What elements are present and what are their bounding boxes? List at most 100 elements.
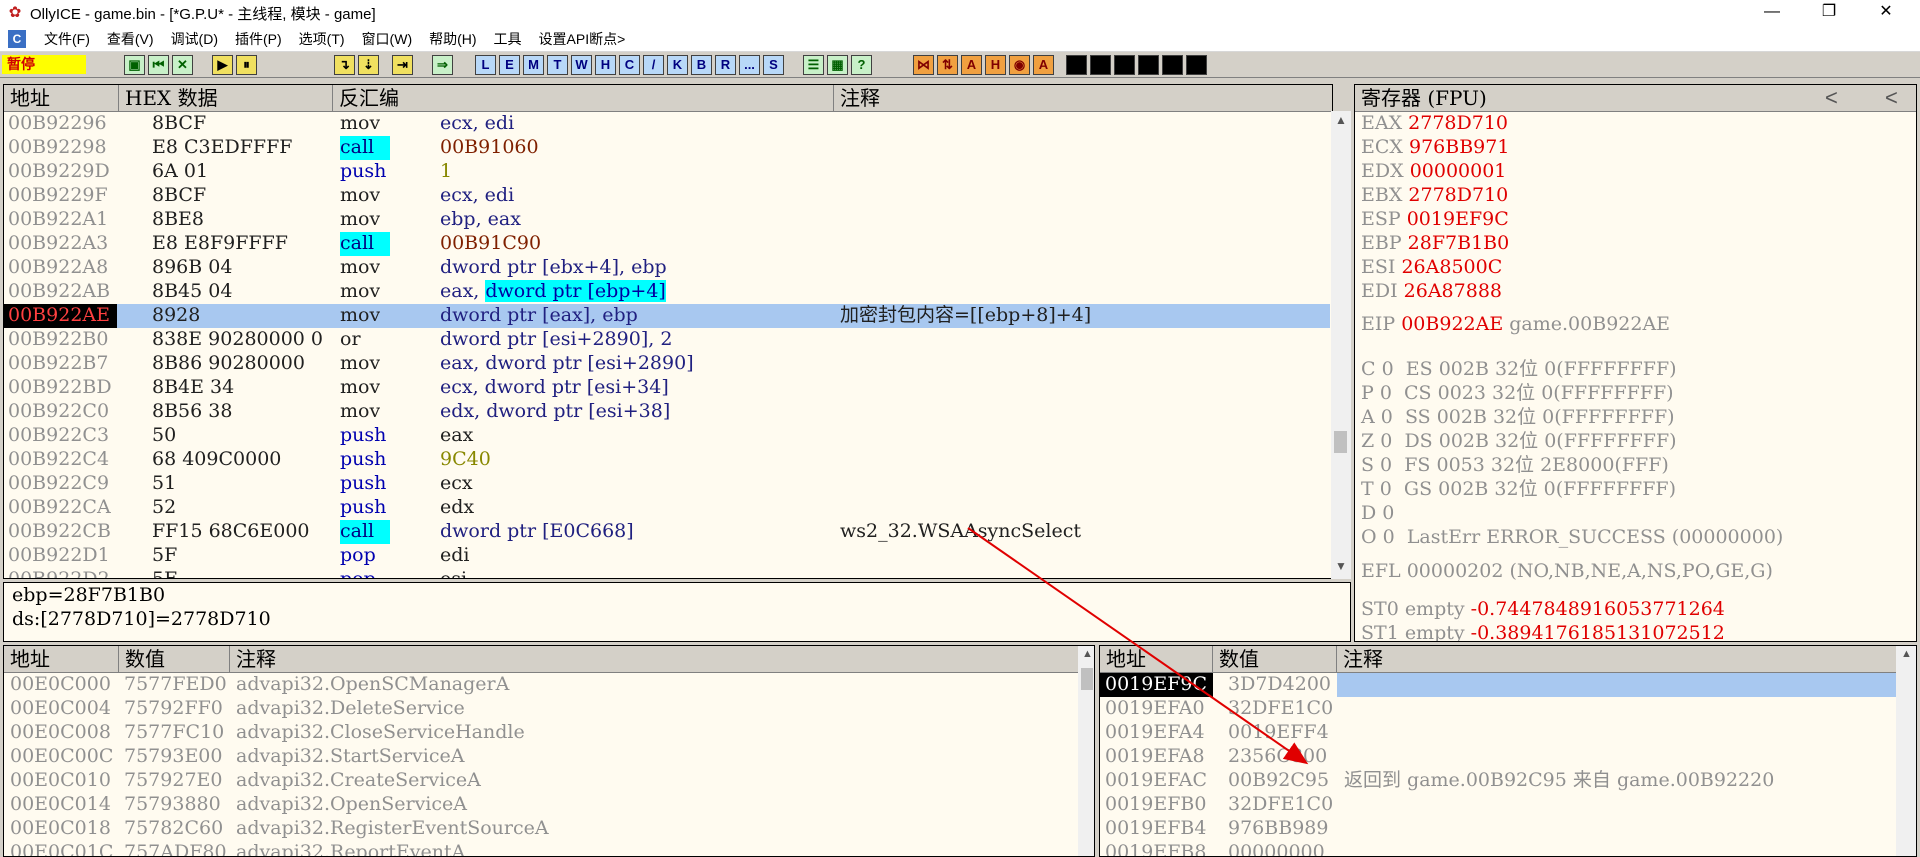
eip-row[interactable]: EIP 00B922AE game.00B922AE bbox=[1361, 313, 1670, 337]
patches-window-button[interactable]: / bbox=[643, 55, 664, 75]
disasm-row[interactable]: 00B922AE 8928 mov dword ptr [eax], ebp 加密封包内… bbox=[4, 304, 1330, 328]
register-value[interactable]: 0019EF9C bbox=[1407, 208, 1509, 230]
column-disassembly[interactable]: 反汇编 bbox=[333, 85, 834, 112]
dump-row[interactable]: 00E0C014 75793880 advapi32.OpenServiceA bbox=[4, 793, 1076, 817]
disasm-row[interactable]: 00B922BD 8B4E 34 mov ecx, dword ptr [esi+34… bbox=[4, 376, 1330, 400]
stack-row[interactable]: 0019EFAC 00B92C95 返回到 game.00B92C95 来自 gam… bbox=[1100, 769, 1896, 793]
black-plugin-icon-1[interactable] bbox=[1066, 55, 1087, 75]
execute-till-return-icon[interactable]: ⇒ bbox=[432, 55, 453, 75]
dump-column-comment[interactable]: 注释 bbox=[230, 646, 1076, 673]
register-row[interactable]: EAX 2778D710 bbox=[1361, 112, 1508, 136]
memory-window-button[interactable]: M bbox=[523, 55, 544, 75]
hbp-icon[interactable]: H bbox=[985, 55, 1006, 75]
flag-value[interactable]: D 0 bbox=[1361, 502, 1394, 524]
disasm-row[interactable]: 00B922A1 8BE8 mov ebp, eax bbox=[4, 208, 1330, 232]
stack-column-value[interactable]: 数值 bbox=[1213, 646, 1337, 673]
scroll-down-icon[interactable]: ▼ bbox=[1335, 559, 1347, 573]
flag-row[interactable]: S 0 FS 0053 32位 2E8000(FFF) bbox=[1361, 454, 1669, 478]
disassembly-scrollbar[interactable]: ▲ ▼ bbox=[1331, 111, 1351, 579]
dump-row[interactable]: 00E0C004 75792FF0 advapi32.DeleteService bbox=[4, 697, 1076, 721]
dump-row[interactable]: 00E0C010 757927E0 advapi32.CreateServiceA bbox=[4, 769, 1076, 793]
prev-reg-view-icon[interactable]: < bbox=[1825, 85, 1838, 111]
flag-value[interactable]: C 0 bbox=[1361, 358, 1394, 380]
fpu-row[interactable]: ST0 empty -0.7447848916053771264 bbox=[1361, 598, 1725, 622]
black-plugin-icon-3[interactable] bbox=[1114, 55, 1135, 75]
stack-column-address[interactable]: 地址 bbox=[1100, 646, 1213, 673]
register-value[interactable]: 2778D710 bbox=[1408, 184, 1508, 206]
menu-plugins[interactable]: 插件(P) bbox=[235, 29, 282, 49]
stack-scrollbar[interactable]: ▲ bbox=[1896, 646, 1916, 856]
dump-row[interactable]: 00E0C008 7577FC10 advapi32.CloseServiceHan… bbox=[4, 721, 1076, 745]
black-plugin-icon-2[interactable] bbox=[1090, 55, 1111, 75]
disasm-row[interactable]: 00B922A8 896B 04 mov dword ptr [ebx+4], ebp bbox=[4, 256, 1330, 280]
register-value[interactable]: 976BB971 bbox=[1409, 136, 1509, 158]
efl-row[interactable]: EFL 00000202 (NO,NB,NE,A,NS,PO,GE,G) bbox=[1361, 560, 1773, 584]
disasm-row[interactable]: 00B922C9 51 push ecx bbox=[4, 472, 1330, 496]
flag-value[interactable]: A 0 bbox=[1361, 406, 1393, 428]
disasm-row[interactable]: 00B92298 E8 C3EDFFFF call 00B91060 bbox=[4, 136, 1330, 160]
register-value[interactable]: 26A8500C bbox=[1401, 256, 1502, 278]
disasm-row[interactable]: 00B922AB 8B45 04 mov eax, dword ptr [ebp+4] bbox=[4, 280, 1330, 304]
menu-options[interactable]: 选项(T) bbox=[299, 29, 345, 49]
flag-row[interactable]: O 0 LastErr ERROR_SUCCESS (00000000) bbox=[1361, 526, 1783, 550]
plugin-icon-1[interactable]: ⋈ bbox=[913, 55, 934, 75]
disasm-row[interactable]: 00B922B0 838E 90280000 0 or dword ptr [esi+… bbox=[4, 328, 1330, 352]
disasm-row[interactable]: 00B922CA 52 push edx bbox=[4, 496, 1330, 520]
flag-value[interactable]: O 0 bbox=[1361, 526, 1395, 548]
stack-row[interactable]: 0019EFB0 32DFE1C0 bbox=[1100, 793, 1896, 817]
register-row[interactable]: EBP 28F7B1B0 bbox=[1361, 232, 1509, 256]
windows-window-button[interactable]: W bbox=[571, 55, 592, 75]
stack-row[interactable]: 0019EFB8 00000000 bbox=[1100, 841, 1896, 856]
dump-row[interactable]: 00E0C018 75782C60 advapi32.RegisterEventSo… bbox=[4, 817, 1076, 841]
references-window-button[interactable]: R bbox=[715, 55, 736, 75]
disasm-row[interactable]: 00B922C0 8B56 38 mov edx, dword ptr [esi+38… bbox=[4, 400, 1330, 424]
flag-row[interactable]: D 0 bbox=[1361, 502, 1406, 526]
dump-row[interactable]: 00E0C00C 75793E00 advapi32.StartServiceA bbox=[4, 745, 1076, 769]
flag-value[interactable]: Z 0 bbox=[1361, 430, 1392, 452]
dump-column-value[interactable]: 数值 bbox=[119, 646, 230, 673]
column-comment[interactable]: 注释 bbox=[834, 85, 1332, 112]
disasm-row[interactable]: 00B922B7 8B86 90280000 mov eax, dword ptr [… bbox=[4, 352, 1330, 376]
child-window-icon[interactable]: C bbox=[8, 29, 26, 48]
stack-scroll-up-icon[interactable]: ▲ bbox=[1901, 648, 1912, 660]
flag-row[interactable]: A 0 SS 002B 32位 0(FFFFFFFF) bbox=[1361, 406, 1675, 430]
target-icon[interactable]: ◉ bbox=[1009, 55, 1030, 75]
disasm-row[interactable]: 00B9229F 8BCF mov ecx, edi bbox=[4, 184, 1330, 208]
register-value[interactable]: 26A87888 bbox=[1404, 280, 1502, 302]
register-value[interactable]: 00B922AE bbox=[1401, 313, 1503, 335]
dump-row[interactable]: 00E0C01C 757ADF80 advapi32.ReportEventA bbox=[4, 841, 1076, 856]
asm-icon[interactable]: A bbox=[1033, 55, 1054, 75]
close-program-icon[interactable]: ✕ bbox=[172, 55, 193, 75]
black-plugin-icon-5[interactable] bbox=[1162, 55, 1183, 75]
stack-row[interactable]: 0019EFA8 2356C800 bbox=[1100, 745, 1896, 769]
open-icon[interactable]: ▣ bbox=[124, 55, 145, 75]
dump-pane[interactable]: 地址 数值 注释 00E0C000 7577FED0 advapi32.OpenSC… bbox=[3, 645, 1095, 857]
menu-view[interactable]: 查看(V) bbox=[107, 29, 154, 49]
disasm-row[interactable]: 00B922D1 5F pop edi bbox=[4, 544, 1330, 568]
register-value[interactable]: 28F7B1B0 bbox=[1408, 232, 1510, 254]
stack-row[interactable]: 0019EFB4 976BB989 bbox=[1100, 817, 1896, 841]
breakpoints-window-button[interactable]: B bbox=[691, 55, 712, 75]
handles-window-button[interactable]: H bbox=[595, 55, 616, 75]
next-reg-view-icon[interactable]: < bbox=[1885, 85, 1898, 111]
stack-row[interactable]: 0019EF9C 3D7D4200 bbox=[1100, 673, 1896, 697]
register-row[interactable]: EBX 2778D710 bbox=[1361, 184, 1508, 208]
animate-icon[interactable]: ⇥ bbox=[392, 55, 413, 75]
stack-column-comment[interactable]: 注释 bbox=[1337, 646, 1916, 673]
run-trace-window-button[interactable]: ... bbox=[739, 55, 760, 75]
column-hex[interactable]: HEX 数据 bbox=[119, 85, 333, 112]
menu-window[interactable]: 窗口(W) bbox=[362, 29, 413, 49]
dump-scrollbar[interactable]: ▲ bbox=[1078, 646, 1094, 856]
log-window-button[interactable]: L bbox=[475, 55, 496, 75]
disasm-row[interactable]: 00B922CB FF15 68C6E000 call dword ptr [E0C6… bbox=[4, 520, 1330, 544]
stack-row[interactable]: 0019EFA4 0019EFF4 bbox=[1100, 721, 1896, 745]
minimize-button[interactable]: — bbox=[1749, 0, 1795, 26]
scroll-thumb[interactable] bbox=[1334, 431, 1347, 453]
dump-scroll-thumb[interactable] bbox=[1081, 668, 1093, 690]
disasm-row[interactable]: 00B92296 8BCF mov ecx, edi bbox=[4, 112, 1330, 136]
register-row[interactable]: ESI 26A8500C bbox=[1361, 256, 1502, 280]
flag-row[interactable]: Z 0 DS 002B 32位 0(FFFFFFFF) bbox=[1361, 430, 1677, 454]
disasm-row[interactable]: 00B9229D 6A 01 push 1 bbox=[4, 160, 1330, 184]
cpu-window-button[interactable]: C bbox=[619, 55, 640, 75]
flag-value[interactable]: T 0 bbox=[1361, 478, 1392, 500]
